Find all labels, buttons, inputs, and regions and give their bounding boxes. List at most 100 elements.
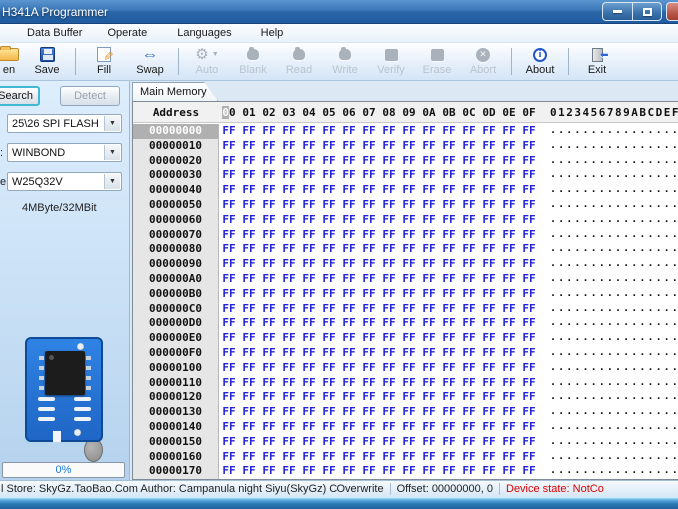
byte-cell[interactable]: FF [279,464,299,479]
byte-cell[interactable]: FF [359,420,379,435]
byte-cell[interactable]: FF [339,435,359,450]
byte-cell[interactable]: FF [439,331,459,346]
byte-cell[interactable]: FF [279,287,299,302]
byte-cell[interactable]: FF [439,346,459,361]
minimize-button[interactable] [602,2,632,21]
byte-cell[interactable]: FF [279,302,299,317]
byte-cell[interactable]: FF [439,316,459,331]
byte-cell[interactable]: FF [379,316,399,331]
byte-cell[interactable]: FF [439,420,459,435]
byte-cell[interactable]: FF [519,139,539,154]
byte-cell[interactable]: FF [419,450,439,465]
byte-cell[interactable]: FF [439,361,459,376]
byte-cell[interactable]: FF [499,420,519,435]
byte-cell[interactable]: FF [259,272,279,287]
byte-cell[interactable]: FF [399,287,419,302]
byte-cell[interactable]: FF [359,331,379,346]
byte-cell[interactable]: FF [339,198,359,213]
byte-cell[interactable]: FF [499,124,519,139]
byte-cell[interactable]: FF [279,405,299,420]
byte-cell[interactable]: FF [299,450,319,465]
byte-cell[interactable]: FF [419,346,439,361]
byte-cell[interactable]: FF [379,287,399,302]
ascii-cell[interactable]: ................ [550,139,678,154]
close-button[interactable] [666,2,678,21]
byte-cell[interactable]: FF [239,257,259,272]
byte-cell[interactable]: FF [299,183,319,198]
byte-cell[interactable]: FF [239,272,259,287]
byte-cell[interactable]: FF [299,376,319,391]
byte-cell[interactable]: FF [519,302,539,317]
byte-cell[interactable]: FF [239,450,259,465]
ascii-cell[interactable]: ................ [550,272,678,287]
byte-cell[interactable]: FF [319,228,339,243]
byte-cell[interactable]: FF [219,464,239,479]
byte-cell[interactable]: FF [279,331,299,346]
byte-cell[interactable]: FF [319,302,339,317]
byte-cell[interactable]: FF [459,302,479,317]
byte-cell[interactable]: FF [379,242,399,257]
byte-cell[interactable]: FF [399,331,419,346]
byte-cell[interactable]: FF [339,316,359,331]
byte-cell[interactable]: FF [459,242,479,257]
byte-cell[interactable]: FF [459,390,479,405]
device-select[interactable]: W25Q32V ▼ [7,172,122,191]
byte-cell[interactable]: FF [319,376,339,391]
byte-cell[interactable]: FF [519,361,539,376]
byte-cell[interactable]: FF [319,242,339,257]
byte-cell[interactable]: FF [319,287,339,302]
byte-cell[interactable]: FF [319,346,339,361]
byte-cell[interactable]: FF [239,228,259,243]
byte-cell[interactable]: FF [419,168,439,183]
byte-cell[interactable]: FF [419,316,439,331]
byte-cell[interactable]: FF [259,257,279,272]
byte-cell[interactable]: FF [219,435,239,450]
ascii-cell[interactable]: ................ [550,390,678,405]
byte-cell[interactable]: FF [279,272,299,287]
byte-cell[interactable]: FF [379,361,399,376]
byte-cell[interactable]: FF [339,464,359,479]
byte-cell[interactable]: FF [479,420,499,435]
byte-cell[interactable]: FF [459,376,479,391]
byte-cell[interactable]: FF [499,331,519,346]
byte-cell[interactable]: FF [339,361,359,376]
byte-cell[interactable]: FF [239,331,259,346]
byte-cell[interactable]: FF [439,405,459,420]
byte-cell[interactable]: FF [219,183,239,198]
byte-cell[interactable]: FF [339,168,359,183]
ascii-cell[interactable]: ................ [550,420,678,435]
byte-cell[interactable]: FF [399,272,419,287]
byte-cell[interactable]: FF [399,346,419,361]
byte-cell[interactable]: FF [519,168,539,183]
byte-cell[interactable]: FF [479,376,499,391]
byte-cell[interactable]: FF [319,213,339,228]
byte-cell[interactable]: FF [459,287,479,302]
ascii-cell[interactable]: ................ [550,346,678,361]
byte-cell[interactable]: FF [479,405,499,420]
byte-cell[interactable]: FF [239,183,259,198]
byte-cell[interactable]: FF [479,450,499,465]
byte-cell[interactable]: FF [479,435,499,450]
manufacturer-select[interactable]: WINBOND ▼ [7,143,122,162]
byte-cell[interactable]: FF [219,139,239,154]
byte-cell[interactable]: FF [439,376,459,391]
byte-cell[interactable]: FF [279,124,299,139]
hex-rows[interactable]: 00000000 FF FF FF FF FF FF FF FF FF FF FF FF FF FF FF FF… [133,124,678,479]
ascii-cell[interactable]: ................ [550,435,678,450]
byte-cell[interactable]: FF [419,242,439,257]
ascii-cell[interactable]: ................ [550,405,678,420]
byte-cell[interactable]: FF [519,346,539,361]
byte-cell[interactable]: FF [499,287,519,302]
byte-cell[interactable]: FF [359,376,379,391]
byte-cell[interactable]: FF [459,405,479,420]
byte-cell[interactable]: FF [419,331,439,346]
byte-cell[interactable]: FF [279,242,299,257]
byte-cell[interactable]: FF [439,287,459,302]
byte-cell[interactable]: FF [459,420,479,435]
byte-cell[interactable]: FF [279,154,299,169]
byte-cell[interactable]: FF [439,228,459,243]
byte-cell[interactable]: FF [359,316,379,331]
menu-operate[interactable]: Operate [101,25,153,41]
byte-cell[interactable]: FF [239,154,259,169]
byte-cell[interactable]: FF [419,361,439,376]
